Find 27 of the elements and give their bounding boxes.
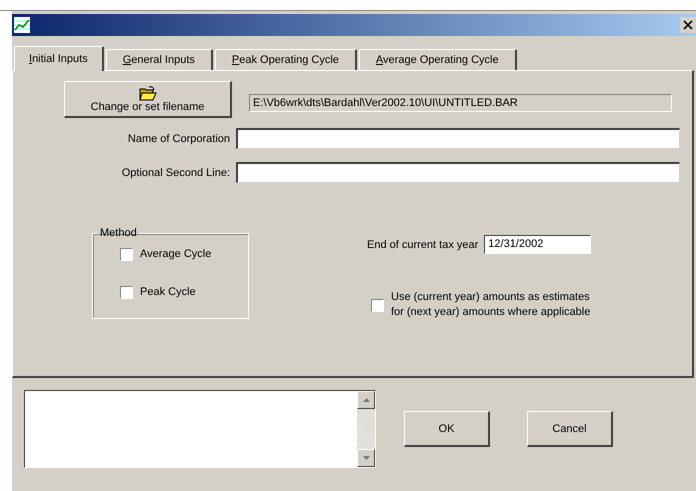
checkbox[interactable] <box>371 298 384 312</box>
down-arrow-icon[interactable] <box>362 456 370 460</box>
tax-year-field[interactable]: 12/31/2002 <box>484 235 592 254</box>
file-path-field: E:\Vb6wrk\dts\Bardahl\Ver2002.10\UI\UNTITLED.BAR <box>249 94 672 112</box>
checkbox[interactable] <box>120 248 133 260</box>
tab[interactable]: Average Operating Cycle <box>358 49 517 70</box>
tab[interactable]: Initial Inputs <box>14 46 104 71</box>
checkbox-label: Peak Cycle <box>140 286 196 298</box>
checkbox[interactable] <box>120 286 133 298</box>
tab[interactable]: Peak Operating Cycle <box>214 49 357 70</box>
group-title: Method <box>99 227 138 239</box>
input-field[interactable] <box>236 128 680 149</box>
checkbox-label: Use (current year) amounts as estimates for (next year) amounts where applicable <box>391 290 591 320</box>
dialog-button[interactable]: OK <box>404 411 490 447</box>
tax-year-label: End of current tax year <box>367 238 478 250</box>
chart-icon <box>14 17 30 33</box>
input-field[interactable] <box>236 162 680 183</box>
checkbox-label: Average Cycle <box>140 248 212 260</box>
tab[interactable]: General Inputs <box>106 49 213 70</box>
dialog-button[interactable]: Cancel <box>527 411 613 447</box>
change-filename-button[interactable]: Change or set filename <box>64 81 232 118</box>
field-label: Optional Second Line: <box>120 166 231 178</box>
up-arrow-icon[interactable] <box>362 398 370 402</box>
folder-icon <box>138 86 156 100</box>
field-label: Name of Corporation <box>126 132 231 144</box>
close-icon[interactable] <box>680 17 696 33</box>
scrollbar[interactable] <box>357 391 375 467</box>
